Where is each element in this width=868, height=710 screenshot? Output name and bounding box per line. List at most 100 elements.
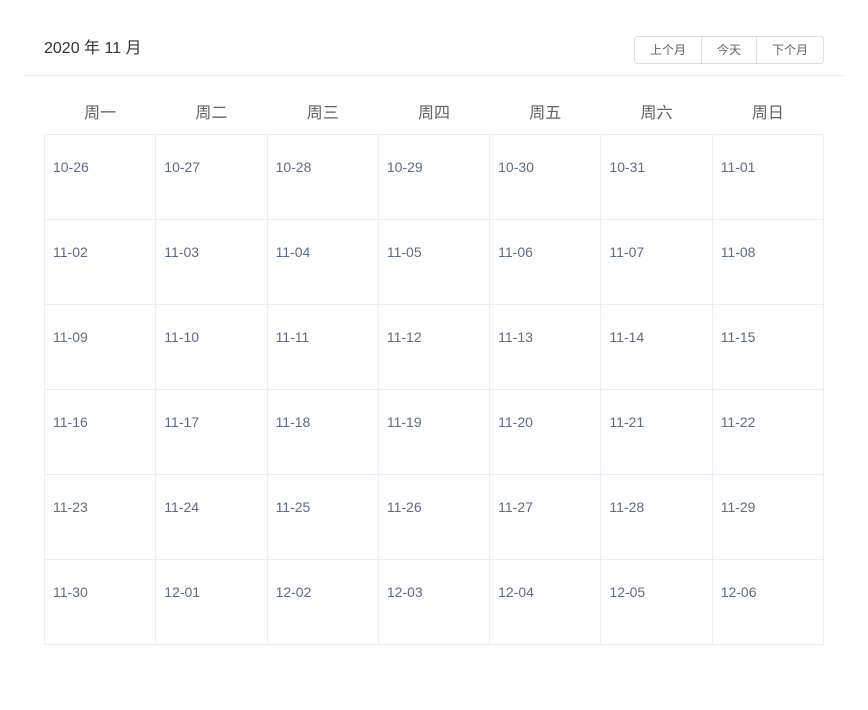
day-cell[interactable]: 11-28 — [600, 474, 713, 560]
week-row: 11-02 11-03 11-04 11-05 11-06 11-07 11-0… — [43, 219, 825, 305]
day-cell[interactable]: 11-19 — [377, 389, 491, 475]
day-cell[interactable]: 12-02 — [266, 559, 379, 645]
day-cell[interactable]: 11-13 — [489, 304, 602, 390]
day-cell[interactable]: 11-22 — [711, 389, 825, 475]
day-label: 11-10 — [164, 329, 200, 345]
day-cell[interactable]: 11-07 — [600, 219, 713, 305]
day-cell[interactable]: 10-30 — [489, 134, 602, 220]
weekday-header-row: 周一 周二 周三 周四 周五 周六 周日 — [45, 88, 824, 135]
weekday-header: 周四 — [417, 105, 450, 122]
day-label: 11-23 — [53, 499, 88, 515]
day-cell[interactable]: 11-24 — [155, 474, 268, 560]
day-label: 11-24 — [164, 499, 200, 515]
week-row: 11-09 11-10 11-11 11-12 11-13 11-14 11-1… — [43, 304, 825, 390]
day-label: 11-11 — [275, 329, 310, 345]
day-cell[interactable]: 11-02 — [43, 219, 157, 305]
day-cell[interactable]: 11-21 — [600, 389, 713, 475]
day-cell[interactable]: 11-29 — [711, 474, 825, 560]
day-cell[interactable]: 12-06 — [711, 559, 825, 645]
week-row: 11-30 12-01 12-02 12-03 12-04 12-05 12-0… — [43, 559, 825, 645]
day-label: 11-03 — [164, 244, 200, 260]
day-cell[interactable]: 12-04 — [489, 559, 602, 645]
day-label: 11-05 — [386, 244, 422, 260]
day-label: 11-15 — [720, 329, 756, 345]
day-cell[interactable]: 11-27 — [489, 474, 602, 560]
day-cell[interactable]: 11-12 — [377, 304, 491, 390]
day-cell[interactable]: 11-30 — [43, 559, 157, 645]
day-cell[interactable]: 10-28 — [266, 134, 379, 220]
day-cell[interactable]: 10-29 — [377, 134, 491, 220]
day-cell[interactable]: 11-09 — [43, 304, 157, 390]
day-label: 11-06 — [498, 244, 533, 260]
day-label: 11-19 — [386, 414, 422, 430]
day-label: 11-01 — [720, 159, 756, 175]
day-cell[interactable]: 11-14 — [600, 304, 713, 390]
day-label: 11-17 — [164, 414, 200, 430]
day-label: 11-12 — [386, 329, 422, 345]
day-label: 12-06 — [720, 584, 757, 600]
day-cell[interactable]: 10-31 — [600, 134, 713, 220]
weekday-header: 周一 — [84, 105, 117, 122]
day-label: 12-04 — [498, 584, 534, 600]
day-label: 10-26 — [53, 159, 89, 175]
day-label: 11-09 — [53, 329, 88, 345]
calendar-body: 周一 周二 周三 周四 周五 周六 周日 10-26 10-27 10-28 1… — [43, 88, 825, 645]
day-cell[interactable]: 10-26 — [43, 134, 157, 220]
day-cell[interactable]: 11-06 — [489, 219, 602, 305]
day-cell[interactable]: 11-01 — [711, 134, 825, 220]
day-cell[interactable]: 11-16 — [43, 389, 157, 475]
day-label: 11-21 — [609, 414, 645, 430]
day-label: 11-04 — [275, 244, 311, 260]
day-cell[interactable]: 11-11 — [266, 304, 379, 390]
weekday-header: 周日 — [751, 105, 784, 122]
day-label: 11-16 — [53, 414, 88, 430]
day-label: 11-13 — [498, 329, 533, 345]
day-cell[interactable]: 11-23 — [43, 474, 157, 560]
weekday-header: 周五 — [529, 105, 562, 122]
day-cell[interactable]: 11-17 — [155, 389, 268, 475]
day-cell[interactable]: 11-08 — [711, 219, 825, 305]
day-label: 11-28 — [609, 499, 645, 515]
week-row: 11-23 11-24 11-25 11-26 11-27 11-28 11-2… — [43, 474, 825, 560]
day-label: 10-28 — [275, 159, 312, 175]
day-label: 11-14 — [609, 329, 645, 345]
next-month-button[interactable]: 下个月 — [757, 37, 823, 63]
calendar-title: 2020 年 11 月 — [44, 40, 142, 57]
day-cell[interactable]: 12-05 — [600, 559, 713, 645]
day-cell[interactable]: 11-18 — [266, 389, 379, 475]
day-label: 11-30 — [53, 584, 88, 600]
day-cell[interactable]: 11-15 — [711, 304, 825, 390]
day-cell[interactable]: 11-20 — [489, 389, 602, 475]
day-label: 11-08 — [720, 244, 756, 260]
day-cell[interactable]: 11-03 — [155, 219, 268, 305]
day-label: 11-26 — [386, 499, 422, 515]
day-label: 12-02 — [275, 584, 312, 600]
day-cell[interactable]: 11-10 — [155, 304, 268, 390]
today-button[interactable]: 今天 — [702, 37, 757, 63]
day-label: 11-25 — [275, 499, 311, 515]
day-label: 11-22 — [720, 414, 756, 430]
day-cell[interactable]: 12-01 — [155, 559, 268, 645]
day-label: 12-01 — [164, 584, 201, 600]
day-cell[interactable]: 11-25 — [266, 474, 379, 560]
day-label: 10-31 — [609, 159, 646, 175]
day-cell[interactable]: 11-26 — [377, 474, 491, 560]
month-nav-button-group: 上个月 今天 下个月 — [634, 36, 824, 64]
day-label: 12-03 — [386, 584, 423, 600]
day-label: 11-20 — [498, 414, 533, 430]
weekday-header: 周三 — [306, 105, 339, 122]
day-label: 11-18 — [275, 414, 311, 430]
day-cell[interactable]: 12-03 — [377, 559, 491, 645]
day-label: 11-02 — [53, 244, 88, 260]
day-label: 11-29 — [720, 499, 756, 515]
week-row: 11-16 11-17 11-18 11-19 11-20 11-21 11-2… — [43, 389, 825, 475]
day-label: 11-07 — [609, 244, 645, 260]
day-cell[interactable]: 10-27 — [155, 134, 268, 220]
day-cell[interactable]: 11-04 — [266, 219, 379, 305]
day-cell[interactable]: 11-05 — [377, 219, 491, 305]
day-label: 10-30 — [498, 159, 534, 175]
weekday-header: 周二 — [195, 105, 228, 122]
calendar-table: 周一 周二 周三 周四 周五 周六 周日 10-26 10-27 10-28 1… — [43, 88, 825, 645]
weekday-header: 周六 — [640, 105, 673, 122]
prev-month-button[interactable]: 上个月 — [635, 37, 702, 63]
